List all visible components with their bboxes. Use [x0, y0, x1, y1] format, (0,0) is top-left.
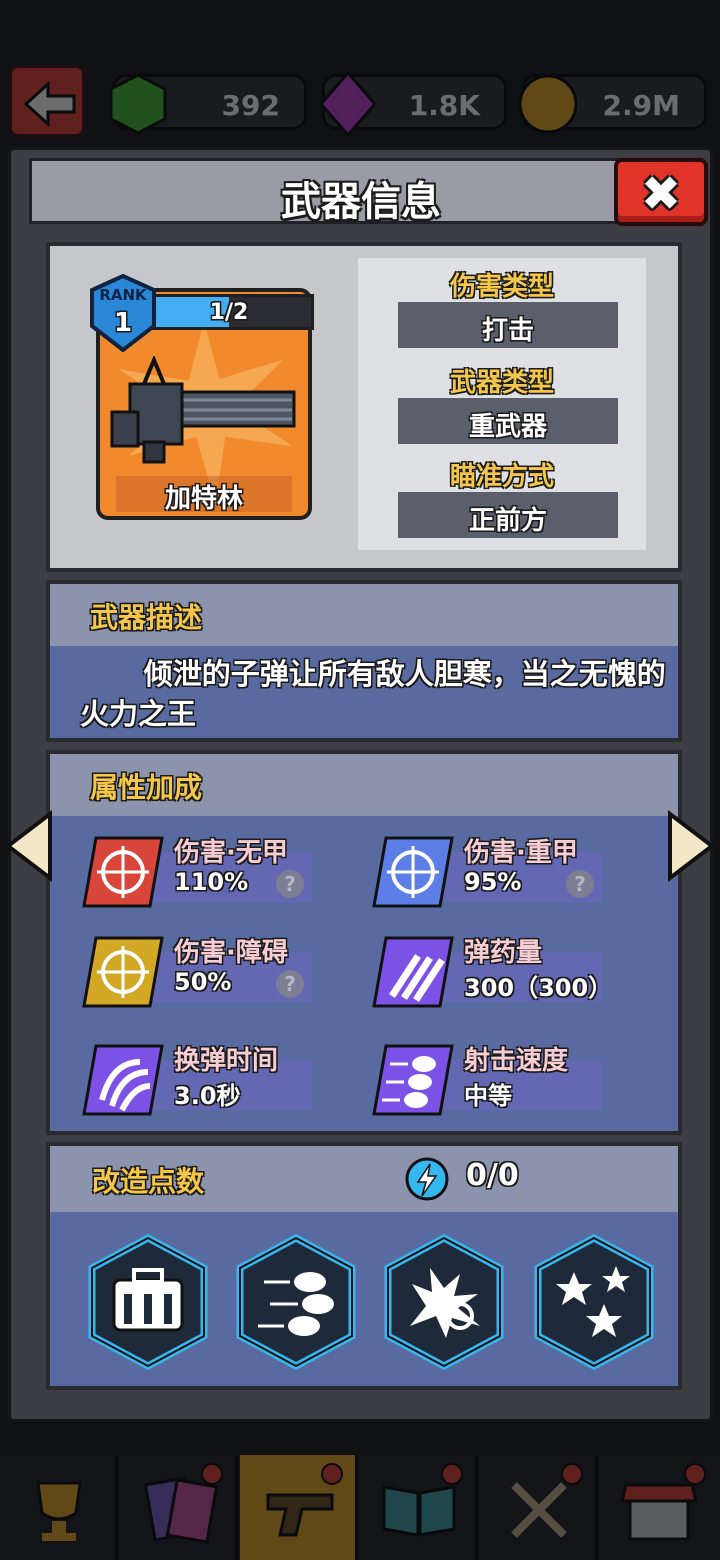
modal-header: 武器信息	[29, 158, 693, 225]
nav-characters[interactable]	[120, 1455, 238, 1560]
rank-number: 1	[113, 308, 133, 338]
stat-ammo-capacity[interactable]: 弹药量 300（300）	[372, 924, 612, 1024]
stat-damage-unarmored[interactable]: 伤害·无甲 110% ?	[82, 824, 322, 924]
description-panel: 武器描述 倾泄的子弹让所有敌人胆寒，当之无愧的火力之王	[46, 580, 682, 742]
crosshair-yellow-icon	[82, 936, 164, 1008]
notification-dot	[201, 1463, 223, 1485]
stat-fire-rate[interactable]: 射击速度 中等	[372, 1032, 612, 1132]
description-header: 武器描述	[50, 584, 678, 646]
notification-dot	[684, 1463, 706, 1485]
weapon-info-modal: 武器信息 ✖ 1/2 RANK 1 加特林 伤害类型 打击 武器类型 重武器 瞄…	[8, 147, 713, 1422]
stat-value: 3.0秒	[174, 1082, 241, 1110]
crosshair-blue-icon	[372, 836, 454, 908]
notification-dot	[441, 1463, 463, 1485]
attributes-title: 属性加成	[90, 771, 203, 804]
trophy-icon	[36, 1481, 82, 1541]
purple-diamond-icon	[319, 71, 377, 137]
coin-counter[interactable]: 2.9M	[518, 74, 707, 134]
green-gem-counter[interactable]: 392	[109, 73, 307, 135]
nav-trophy[interactable]	[0, 1455, 118, 1560]
stat-value: 300（300）	[464, 974, 613, 1002]
modification-header: 改造点数 0/0	[50, 1146, 678, 1212]
nav-weapons[interactable]	[240, 1455, 358, 1560]
description-text: 倾泄的子弹让所有敌人胆寒，当之无愧的火力之王	[80, 657, 666, 731]
help-icon[interactable]: ?	[276, 870, 304, 898]
stat-name: 换弹时间	[174, 1046, 279, 1076]
purple-gem-value: 1.8K	[408, 89, 480, 122]
nav-battle[interactable]	[480, 1455, 598, 1560]
aim-mode-value: 正前方	[398, 492, 618, 538]
weapon-summary-panel: 1/2 RANK 1 加特林 伤害类型 打击 武器类型 重武器 瞄准方式 正前方	[46, 242, 682, 572]
coin-value: 2.9M	[602, 89, 680, 122]
explosion-icon[interactable]	[382, 1234, 506, 1370]
purple-gem-counter[interactable]: 1.8K	[319, 71, 507, 137]
notification-dot	[561, 1463, 583, 1485]
modification-title: 改造点数	[92, 1165, 205, 1198]
stat-value: 中等	[464, 1082, 512, 1110]
damage-type-value: 打击	[398, 302, 618, 348]
rank-progress-text: 1/2	[209, 300, 249, 325]
notification-dot	[321, 1463, 343, 1485]
ammo-box-icon[interactable]	[86, 1234, 210, 1370]
stat-name: 伤害·障碍	[174, 938, 288, 968]
close-button[interactable]: ✖	[614, 158, 708, 226]
bottom-navigation	[0, 1455, 720, 1560]
modal-title: 武器信息	[281, 179, 441, 225]
stat-value: 95%	[464, 868, 522, 896]
bullets-icon	[372, 936, 454, 1008]
help-icon[interactable]: ?	[276, 970, 304, 998]
stat-damage-obstacle[interactable]: 伤害·障碍 50% ?	[82, 924, 322, 1024]
stat-name: 射击速度	[464, 1046, 569, 1076]
next-weapon-arrow-icon[interactable]	[666, 810, 716, 882]
weapon-type-value: 重武器	[398, 398, 618, 444]
weapon-info-list: 伤害类型 打击 武器类型 重武器 瞄准方式 正前方	[358, 258, 646, 550]
modification-panel: 改造点数 0/0	[46, 1142, 682, 1390]
weapon-type-label: 武器类型	[449, 368, 554, 398]
green-cube-icon	[109, 73, 167, 135]
green-gem-value: 392	[221, 89, 280, 122]
close-icon: ✖	[640, 166, 682, 222]
modification-points: 0/0	[466, 1158, 519, 1193]
stat-value: 110%	[174, 868, 249, 896]
attributes-header: 属性加成	[50, 754, 678, 816]
stat-name: 伤害·无甲	[174, 838, 288, 868]
stat-name: 伤害·重甲	[464, 838, 578, 868]
rank-word: RANK	[99, 286, 147, 304]
stat-value: 50%	[174, 968, 232, 996]
crosshair-red-icon	[82, 836, 164, 908]
speed-bullets-icon[interactable]	[234, 1234, 358, 1370]
stat-reload-time[interactable]: 换弹时间 3.0秒	[82, 1032, 322, 1132]
help-icon[interactable]: ?	[566, 870, 594, 898]
aim-mode-label: 瞄准方式	[449, 462, 554, 492]
description-title: 武器描述	[90, 601, 203, 634]
stat-name: 弹药量	[464, 938, 543, 968]
back-arrow-icon	[23, 80, 76, 128]
rank-progress-bar: 1/2	[144, 294, 314, 330]
nav-shop[interactable]	[600, 1455, 718, 1560]
gatling-gun-icon	[110, 356, 296, 464]
back-button[interactable]	[8, 64, 86, 138]
weapon-name: 加特林	[164, 484, 243, 514]
nav-book[interactable]	[360, 1455, 478, 1560]
reload-icon	[82, 1044, 164, 1116]
damage-type-label: 伤害类型	[449, 272, 554, 302]
lightning-icon	[405, 1157, 449, 1201]
attributes-panel: 属性加成 伤害·无甲 110% ? 伤害·重甲 95% ? 伤害·障碍 50% …	[46, 750, 682, 1135]
resource-bar: 392 1.8K 2.9M	[0, 60, 720, 140]
stat-damage-heavy-armor[interactable]: 伤害·重甲 95% ?	[372, 824, 612, 924]
coin-icon	[518, 74, 578, 134]
stars-icon[interactable]	[532, 1234, 656, 1370]
fire-rate-icon	[372, 1044, 454, 1116]
previous-weapon-arrow-icon[interactable]	[4, 810, 54, 882]
